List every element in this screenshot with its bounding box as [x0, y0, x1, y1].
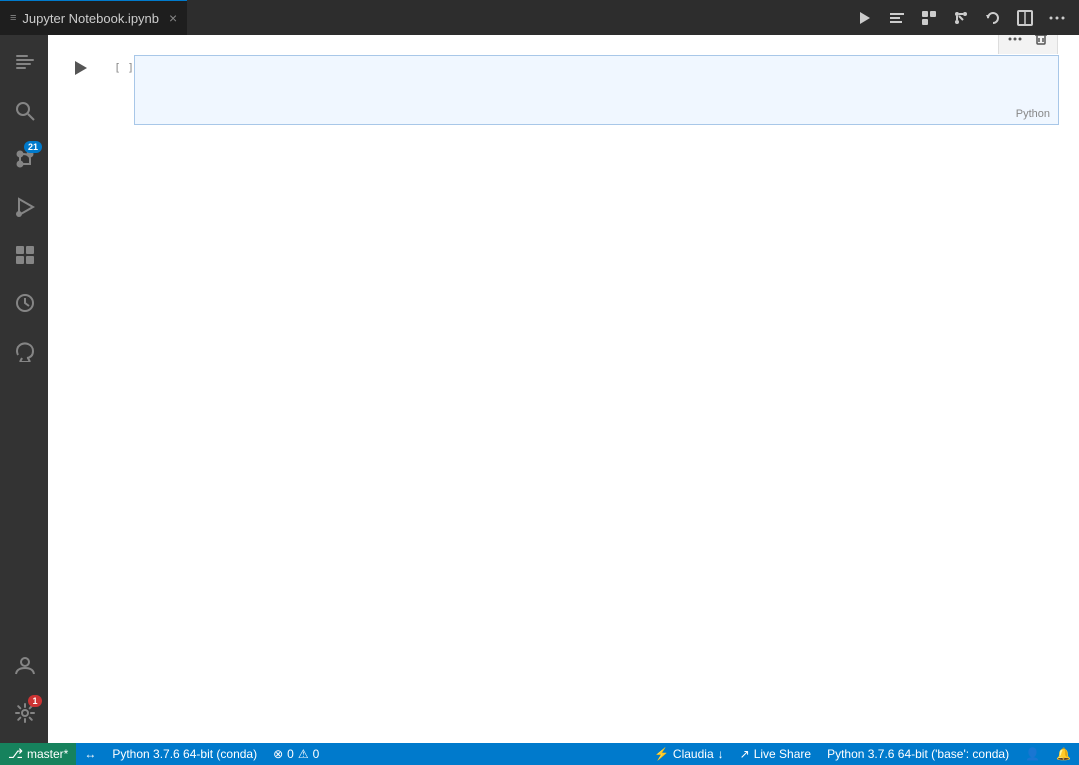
activity-bottom: 1	[0, 641, 48, 743]
more-actions-button[interactable]	[1043, 6, 1071, 30]
liveshare-icon: ↗	[740, 747, 750, 761]
layout-button[interactable]	[1011, 6, 1039, 30]
notifications-icon: 🔔	[1056, 747, 1071, 761]
errors-count: 0	[287, 747, 294, 761]
notebook-tab[interactable]: ≡ Jupyter Notebook.ipynb ×	[0, 0, 187, 35]
sidebar-item-extensions[interactable]	[0, 231, 48, 279]
notebook-toolbar	[843, 0, 1079, 35]
user-name: Claudia	[673, 747, 714, 761]
cell-body[interactable]: Python	[134, 55, 1059, 125]
tab-title: Jupyter Notebook.ipynb	[22, 11, 159, 26]
sidebar-item-search[interactable]	[0, 87, 48, 135]
status-notifications[interactable]: 🔔	[1048, 743, 1079, 765]
undo-button[interactable]	[979, 6, 1007, 30]
remote-icon: ↔	[84, 747, 96, 761]
tab-spacer	[187, 0, 843, 35]
warnings-icon: ⚠	[298, 747, 309, 761]
status-user[interactable]: ⚡ Claudia ↓	[646, 743, 732, 765]
cell-language-tag: Python	[1016, 108, 1050, 120]
kernel-label: Python 3.7.6 64-bit ('base': conda)	[827, 747, 1009, 761]
status-bar: ⎇ master* ↔ Python 3.7.6 64-bit (conda) …	[0, 743, 1079, 765]
sidebar-item-explorer[interactable]	[0, 39, 48, 87]
user-suffix-icon: ↓	[718, 747, 724, 761]
cell-counter: [ ]	[94, 55, 134, 74]
cell-toolbar	[998, 35, 1058, 54]
cell-delete-button[interactable]	[1029, 35, 1053, 51]
status-remote[interactable]: ↔	[76, 743, 104, 765]
tab-file-icon: ≡	[10, 12, 16, 24]
status-branch[interactable]: ⎇ master*	[0, 743, 76, 765]
cell-container: [ ]	[48, 55, 1079, 125]
activity-bar: 21	[0, 35, 48, 743]
liveshare-label: Live Share	[754, 747, 811, 761]
run-all-button[interactable]	[851, 6, 879, 30]
feedback-icon: 👤	[1025, 747, 1040, 761]
warnings-count: 0	[313, 747, 320, 761]
sidebar-item-account[interactable]	[0, 641, 48, 689]
tab-close-button[interactable]: ×	[169, 10, 177, 26]
source-control-button[interactable]	[947, 6, 975, 30]
branch-name: master*	[27, 747, 68, 761]
cell-input[interactable]	[135, 56, 1058, 116]
status-python-env[interactable]: Python 3.7.6 64-bit (conda)	[104, 743, 265, 765]
clear-output-button[interactable]	[883, 6, 911, 30]
python-env-label: Python 3.7.6 64-bit (conda)	[112, 747, 257, 761]
variables-button[interactable]	[915, 6, 943, 30]
status-liveshare[interactable]: ↗ Live Share	[732, 743, 819, 765]
user-icon: ⚡	[654, 747, 669, 761]
status-feedback[interactable]: 👤	[1017, 743, 1048, 765]
sidebar-item-scm[interactable]: 21	[0, 135, 48, 183]
main-area: 21	[0, 35, 1079, 743]
sidebar-item-remote[interactable]	[0, 327, 48, 375]
sidebar-item-timeline[interactable]	[0, 279, 48, 327]
tab-bar: ≡ Jupyter Notebook.ipynb ×	[0, 0, 1079, 35]
sidebar-item-settings[interactable]: 1	[0, 689, 48, 737]
cell-more-button[interactable]	[1003, 35, 1027, 51]
cell-run-button[interactable]	[68, 55, 94, 75]
settings-badge: 1	[28, 695, 42, 707]
status-errors[interactable]: ⊗ 0 ⚠ 0	[265, 743, 327, 765]
sidebar-item-run[interactable]	[0, 183, 48, 231]
errors-icon: ⊗	[273, 747, 283, 761]
scm-badge: 21	[24, 141, 42, 153]
branch-icon: ⎇	[8, 746, 23, 762]
notebook-area[interactable]: [ ]	[48, 35, 1079, 743]
status-kernel[interactable]: Python 3.7.6 64-bit ('base': conda)	[819, 743, 1017, 765]
